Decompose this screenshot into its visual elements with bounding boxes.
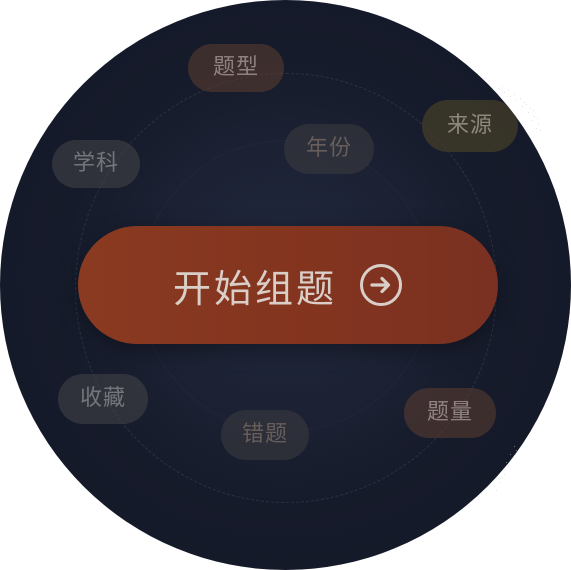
circular-panel: 题型 来源 学科 年份 收藏 错题 题量 开始组题 [0, 0, 571, 570]
filter-chip-question-type[interactable]: 题型 [188, 44, 284, 92]
filter-chip-year[interactable]: 年份 [284, 124, 374, 174]
stage: 题型 来源 学科 年份 收藏 错题 题量 开始组题 [0, 0, 571, 570]
filter-chip-favorites[interactable]: 收藏 [58, 374, 148, 424]
filter-chip-wrong-questions[interactable]: 错题 [221, 410, 309, 460]
start-compose-button[interactable]: 开始组题 [78, 226, 498, 344]
arrow-right-circle-icon [360, 264, 402, 306]
filter-chip-subject[interactable]: 学科 [52, 140, 140, 188]
filter-chip-source[interactable]: 来源 [422, 100, 518, 152]
filter-chip-question-count[interactable]: 题量 [404, 388, 496, 438]
start-compose-label: 开始组题 [172, 266, 337, 311]
